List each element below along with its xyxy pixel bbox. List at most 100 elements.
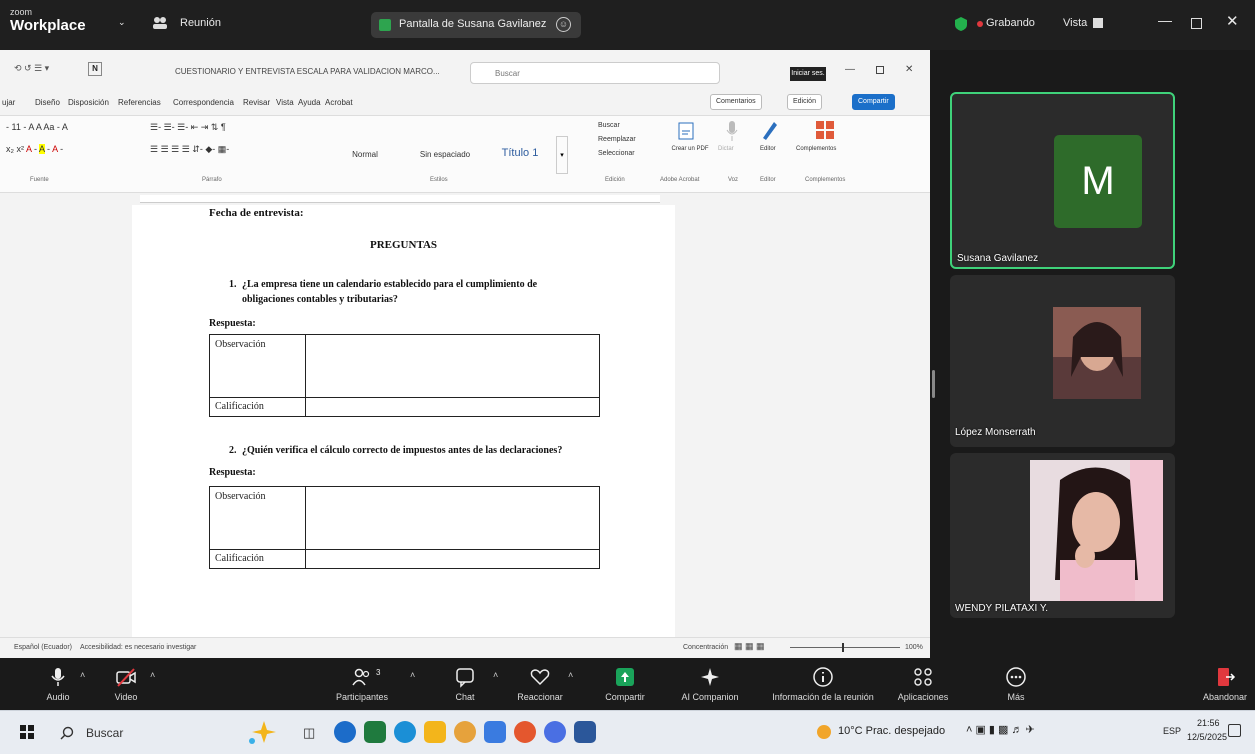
comments-button[interactable]: Comentarios (710, 94, 762, 110)
editor-button[interactable]: Editor (760, 146, 776, 152)
react-button[interactable]: Reaccionar (514, 658, 566, 710)
dictate-button[interactable]: Dictar (718, 146, 734, 152)
font-format-controls[interactable]: x₂ x² A - A - A - (6, 144, 63, 154)
tab-review[interactable]: Revisar (243, 98, 270, 107)
focus-button[interactable]: Concentración (683, 644, 728, 651)
zoom-slider[interactable] (790, 647, 900, 648)
react-options-caret[interactable]: ˄ (568, 670, 573, 680)
select-button[interactable]: Seleccionar (598, 150, 635, 157)
recording-label[interactable]: Grabando (986, 17, 1035, 29)
style-heading1[interactable]: Título 1 (488, 136, 552, 174)
replace-button[interactable]: Reemplazar (598, 136, 636, 143)
participant-tile-active-speaker[interactable]: M Susana Gavilanez (950, 92, 1175, 269)
language-status[interactable]: Español (Ecuador) (14, 644, 72, 651)
windows-start-icon[interactable] (20, 725, 34, 739)
chat-icon (456, 668, 474, 688)
tab-view[interactable]: Vista (276, 98, 294, 107)
task-view-icon[interactable]: ◫ (303, 725, 315, 741)
font-controls[interactable]: - 11 - A A Aa - A (6, 122, 68, 132)
edit-mode-button[interactable]: Edición (787, 94, 822, 110)
find-button[interactable]: Buscar (598, 122, 620, 129)
interview-date-label: Fecha de entrevista: (209, 207, 304, 219)
emoji-icon[interactable]: ☺ (556, 17, 571, 32)
quick-access-toolbar[interactable]: ⟲ ↺ ☰ ▾ (14, 63, 49, 74)
edge-app-icon[interactable] (394, 721, 416, 743)
styles-more-icon[interactable]: ▾ (556, 136, 568, 174)
meeting-info-button[interactable]: Información de la reunión (763, 658, 883, 710)
alignment-controls[interactable]: ☰ ☰ ☰ ☰ ⇵- ◆- ▦- (150, 144, 229, 155)
tab-references[interactable]: Referencias (118, 98, 161, 107)
more-button[interactable]: Más (996, 658, 1036, 710)
view-mode-icons[interactable]: ▦ ▦ ▦ (734, 641, 765, 652)
file-explorer-icon[interactable] (424, 721, 446, 743)
meeting-menu[interactable]: Reunión (150, 13, 300, 35)
share-button[interactable]: Compartir (852, 94, 895, 110)
accessibility-status[interactable]: Accesibilidad: es necesario investigar (80, 644, 196, 651)
zoom-slider-thumb[interactable] (842, 643, 844, 652)
panel-resize-handle[interactable] (932, 370, 935, 398)
ai-companion-button[interactable]: AI Companion (676, 658, 744, 710)
participant-tile[interactable]: López Monserrath (950, 275, 1175, 447)
document-page[interactable]: Fecha de entrevista: PREGUNTAS 1. ¿La em… (132, 205, 675, 637)
zoom-logo: zoom Workplace (10, 7, 86, 34)
participant-tile[interactable]: WENDY PILATAXI Y. (950, 453, 1175, 618)
microphone-icon (51, 668, 65, 686)
meet-app-icon[interactable] (544, 721, 566, 743)
screen-share-indicator[interactable]: Pantalla de Susana Gavilanez ☺ (371, 12, 581, 38)
tab-mailings[interactable]: Correspondencia (173, 98, 234, 107)
taskbar-search[interactable]: Buscar (52, 719, 252, 747)
clock-date[interactable]: 12/5/2025 (1187, 732, 1227, 742)
tab-design[interactable]: Diseño (35, 98, 60, 107)
chat-button[interactable]: Chat (447, 658, 483, 710)
widgets-sparkle-icon[interactable] (244, 717, 284, 747)
video-button[interactable]: Video (106, 658, 146, 710)
tab-help[interactable]: Ayuda (298, 98, 321, 107)
system-tray-icons[interactable]: ˄ ▣ ▮ ▩ ♬ ✈ (966, 723, 1035, 736)
audio-button[interactable]: Audio (38, 658, 78, 710)
chrome-app-icon[interactable] (454, 721, 476, 743)
word-minimize-icon[interactable]: — (845, 64, 855, 75)
word-app-icon[interactable] (574, 721, 596, 743)
notifications-icon[interactable] (1228, 724, 1241, 737)
word-restore-icon[interactable] (876, 66, 884, 74)
leave-button[interactable]: Abandonar (1200, 658, 1250, 710)
zoom-app-icon[interactable] (334, 721, 356, 743)
maximize-icon[interactable] (1191, 18, 1202, 29)
participants-button[interactable]: Participantes (332, 658, 392, 710)
chat-options-caret[interactable]: ˄ (493, 670, 498, 680)
tab-acrobat[interactable]: Acrobat (325, 98, 353, 107)
search-icon (60, 726, 74, 740)
participants-options-caret[interactable]: ˄ (410, 670, 415, 680)
keyboard-language[interactable]: ESP (1163, 726, 1181, 736)
word-search-box[interactable]: Buscar (470, 62, 720, 84)
weather-icon[interactable] (817, 725, 831, 739)
chevron-down-icon[interactable]: ⌄ (118, 17, 126, 28)
minimize-icon[interactable]: — (1158, 12, 1172, 28)
zoom-level[interactable]: 100% (905, 644, 923, 651)
excel-app-icon[interactable] (364, 721, 386, 743)
weather-text[interactable]: 10°C Prac. despejado (838, 725, 945, 737)
view-button[interactable]: Vista (1063, 17, 1087, 29)
apps-button[interactable]: Aplicaciones (893, 658, 953, 710)
horizontal-ruler[interactable] (140, 195, 660, 203)
tab-insert[interactable]: ujar (2, 98, 15, 107)
addins-button[interactable]: Complementos (796, 146, 836, 152)
video-options-caret[interactable]: ˄ (150, 670, 155, 680)
tab-layout[interactable]: Disposición (68, 98, 109, 107)
zoom-title-bar: zoom Workplace ⌄ Reunión Pantalla de Sus… (0, 0, 1255, 50)
style-no-spacing[interactable]: Sin espaciado (405, 136, 485, 174)
store-app-icon[interactable] (484, 721, 506, 743)
share-screen-button[interactable]: Compartir (600, 658, 650, 710)
word-close-icon[interactable]: ✕ (905, 64, 913, 75)
shield-icon[interactable] (955, 17, 967, 31)
clock-time[interactable]: 21:56 (1197, 718, 1220, 728)
close-icon[interactable]: ✕ (1226, 12, 1239, 30)
signin-badge[interactable]: Iniciar ses. (790, 67, 826, 81)
audio-options-caret[interactable]: ˄ (80, 670, 85, 680)
bold-quick-icon[interactable]: N (88, 62, 102, 76)
chrome-profile-icon[interactable] (514, 721, 536, 743)
style-normal[interactable]: Normal (330, 136, 400, 174)
create-pdf-button[interactable]: Crear un PDF (670, 146, 710, 152)
ribbon: - 11 - A A Aa - A x₂ x² A - A - A - ☰- ☰… (0, 115, 930, 193)
paragraph-controls[interactable]: ☰- ☰- ☰- ⇤ ⇥ ⇅ ¶ (150, 122, 226, 133)
